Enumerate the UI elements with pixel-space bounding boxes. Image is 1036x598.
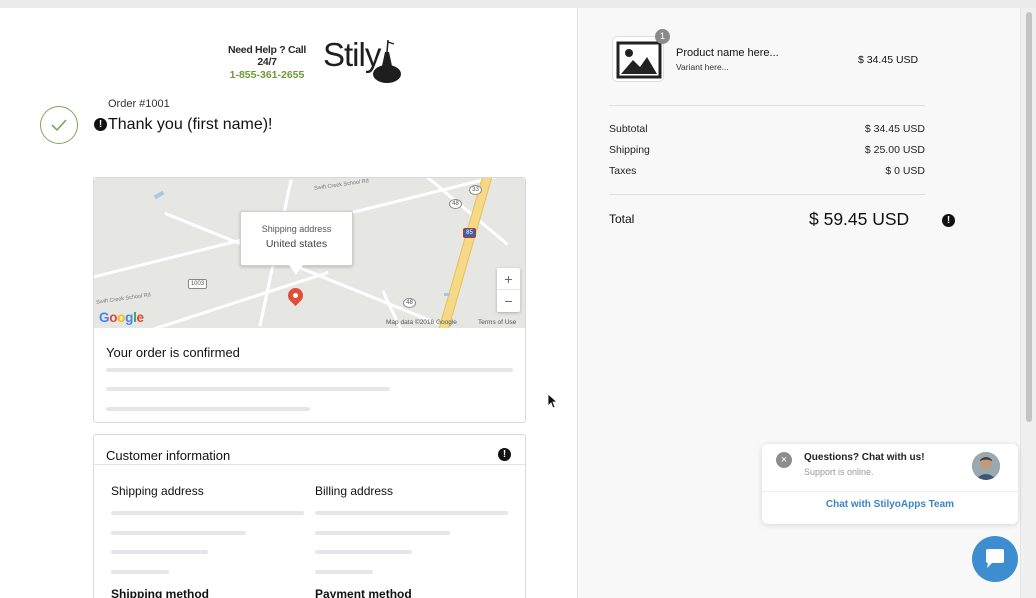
product-price: $ 34.45 USD [858, 54, 919, 66]
placeholder-line [315, 570, 373, 574]
close-icon[interactable]: × [776, 452, 792, 468]
order-number: Order #1001 [108, 98, 170, 110]
placeholder-line [315, 511, 508, 515]
chat-status: Support is online. [804, 467, 874, 477]
help-phone[interactable]: 1-855-361-2655 [218, 69, 316, 81]
total-label: Total [609, 212, 635, 226]
payment-method-label: Payment method [315, 587, 412, 598]
product-thumbnail [612, 36, 664, 82]
order-confirmed-title: Your order is confirmed [106, 345, 240, 360]
billing-address-label: Billing address [315, 484, 394, 498]
customer-information-title: Customer information [106, 448, 231, 463]
product-name: Product name here... [676, 47, 779, 59]
subtotal-label: Subtotal [609, 123, 648, 135]
placeholder-line [315, 531, 450, 535]
taxes-value: $ 0 USD [885, 165, 925, 177]
chat-start-link[interactable]: Chat with StilyoApps Team [762, 499, 1018, 510]
page-scrollbar[interactable] [1020, 8, 1036, 598]
tooltip-value: United states [265, 238, 328, 250]
map-data-credit: Map data ©2018 Google [386, 319, 457, 326]
map-water [444, 293, 450, 296]
alert-icon[interactable]: ! [94, 118, 107, 131]
mouse-cursor-icon [547, 393, 557, 409]
divider [609, 105, 925, 106]
brand-logo-icon [373, 39, 401, 83]
taxes-label: Taxes [609, 165, 637, 177]
route-shield: 48 [449, 199, 462, 209]
map-zoom-control: + − [497, 268, 520, 312]
placeholder-line [106, 387, 390, 391]
product-variant: Variant here... [676, 62, 729, 72]
alert-icon[interactable]: ! [498, 448, 511, 461]
shipping-value: $ 25.00 USD [864, 144, 925, 156]
divider [762, 491, 1018, 492]
tooltip-label: Shipping address [261, 224, 332, 234]
thank-you-heading: Thank you (first name)! [108, 116, 273, 133]
chat-launcher-button[interactable] [972, 536, 1018, 582]
quantity-badge: 1 [655, 29, 670, 44]
zoom-out-button[interactable]: − [497, 290, 520, 312]
subtotal-value: $ 34.45 USD [864, 123, 925, 135]
chat-question: Questions? Chat with us! [804, 452, 925, 463]
placeholder-line [106, 368, 513, 372]
shipping-label: Shipping [609, 144, 650, 156]
placeholder-line [111, 511, 304, 515]
map-terms-link[interactable]: Terms of Use [478, 319, 516, 326]
interstate-highway [434, 178, 494, 328]
placeholder-line [111, 550, 208, 554]
help-contact: Need Help ? Call 24/7 1-855-361-2655 [218, 44, 316, 81]
google-logo: Google [99, 310, 144, 325]
success-check-icon [40, 106, 78, 144]
total-value: $ 59.45 USD [809, 209, 910, 229]
chat-bubble-icon [986, 549, 1004, 568]
route-shield: 1003 [188, 279, 207, 289]
image-placeholder-icon [616, 41, 662, 79]
divider [609, 194, 925, 195]
top-strip [0, 0, 1036, 11]
alert-icon[interactable]: ! [942, 214, 955, 227]
route-shield: 33 [469, 185, 482, 195]
placeholder-line [315, 550, 412, 554]
shipping-address-label: Shipping address [111, 484, 204, 498]
tooltip-arrow [289, 265, 303, 275]
agent-avatar [972, 452, 1000, 480]
divider [94, 464, 525, 465]
placeholder-line [106, 407, 310, 411]
zoom-in-button[interactable]: + [497, 268, 520, 290]
map-water [153, 190, 165, 200]
map-tooltip: Shipping address United states [240, 211, 353, 266]
shipping-method-label: Shipping method [111, 587, 209, 598]
placeholder-line [111, 531, 246, 535]
help-text: Need Help ? Call 24/7 [227, 44, 307, 68]
scrollbar-thumb[interactable] [1026, 12, 1032, 422]
placeholder-line [111, 570, 169, 574]
route-shield: 48 [403, 298, 416, 308]
interstate-shield: 85 [463, 228, 476, 238]
